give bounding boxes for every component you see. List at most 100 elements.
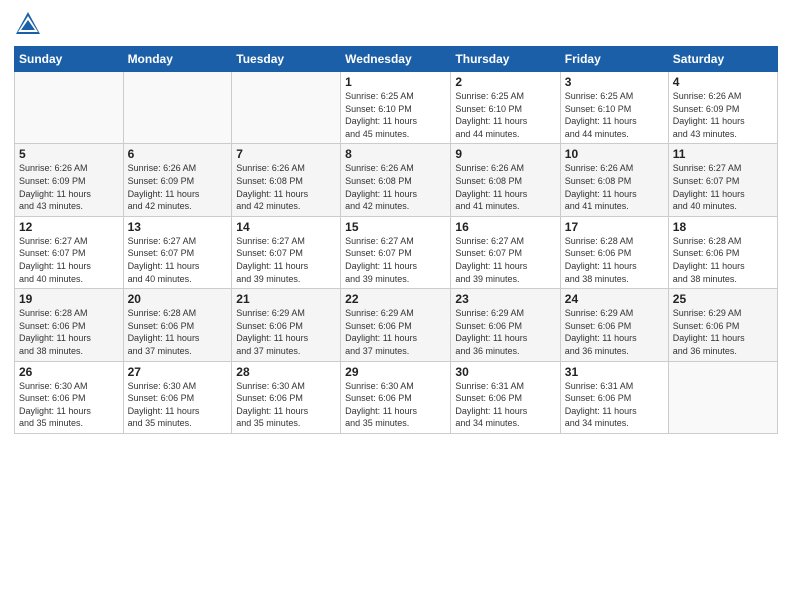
calendar-cell: 27Sunrise: 6:30 AM Sunset: 6:06 PM Dayli…	[123, 361, 232, 433]
day-info: Sunrise: 6:29 AM Sunset: 6:06 PM Dayligh…	[565, 307, 664, 357]
calendar-cell	[232, 72, 341, 144]
day-number: 8	[345, 147, 446, 161]
page-header	[14, 10, 778, 38]
day-number: 28	[236, 365, 336, 379]
day-number: 20	[128, 292, 228, 306]
day-number: 2	[455, 75, 555, 89]
day-number: 3	[565, 75, 664, 89]
day-info: Sunrise: 6:26 AM Sunset: 6:08 PM Dayligh…	[455, 162, 555, 212]
calendar-cell: 10Sunrise: 6:26 AM Sunset: 6:08 PM Dayli…	[560, 144, 668, 216]
day-info: Sunrise: 6:25 AM Sunset: 6:10 PM Dayligh…	[455, 90, 555, 140]
day-number: 25	[673, 292, 773, 306]
weekday-header-thursday: Thursday	[451, 47, 560, 72]
day-info: Sunrise: 6:25 AM Sunset: 6:10 PM Dayligh…	[345, 90, 446, 140]
calendar-cell: 7Sunrise: 6:26 AM Sunset: 6:08 PM Daylig…	[232, 144, 341, 216]
day-number: 4	[673, 75, 773, 89]
day-number: 24	[565, 292, 664, 306]
day-info: Sunrise: 6:29 AM Sunset: 6:06 PM Dayligh…	[345, 307, 446, 357]
week-row-5: 26Sunrise: 6:30 AM Sunset: 6:06 PM Dayli…	[15, 361, 778, 433]
day-info: Sunrise: 6:30 AM Sunset: 6:06 PM Dayligh…	[128, 380, 228, 430]
day-number: 31	[565, 365, 664, 379]
calendar-cell: 31Sunrise: 6:31 AM Sunset: 6:06 PM Dayli…	[560, 361, 668, 433]
day-number: 27	[128, 365, 228, 379]
day-info: Sunrise: 6:26 AM Sunset: 6:08 PM Dayligh…	[345, 162, 446, 212]
weekday-header-sunday: Sunday	[15, 47, 124, 72]
calendar-cell: 6Sunrise: 6:26 AM Sunset: 6:09 PM Daylig…	[123, 144, 232, 216]
calendar-cell: 9Sunrise: 6:26 AM Sunset: 6:08 PM Daylig…	[451, 144, 560, 216]
day-info: Sunrise: 6:29 AM Sunset: 6:06 PM Dayligh…	[455, 307, 555, 357]
calendar-cell: 25Sunrise: 6:29 AM Sunset: 6:06 PM Dayli…	[668, 289, 777, 361]
day-number: 9	[455, 147, 555, 161]
week-row-4: 19Sunrise: 6:28 AM Sunset: 6:06 PM Dayli…	[15, 289, 778, 361]
calendar-cell: 18Sunrise: 6:28 AM Sunset: 6:06 PM Dayli…	[668, 216, 777, 288]
calendar-cell: 1Sunrise: 6:25 AM Sunset: 6:10 PM Daylig…	[341, 72, 451, 144]
week-row-3: 12Sunrise: 6:27 AM Sunset: 6:07 PM Dayli…	[15, 216, 778, 288]
day-info: Sunrise: 6:29 AM Sunset: 6:06 PM Dayligh…	[236, 307, 336, 357]
calendar-cell	[123, 72, 232, 144]
calendar-cell: 19Sunrise: 6:28 AM Sunset: 6:06 PM Dayli…	[15, 289, 124, 361]
day-info: Sunrise: 6:30 AM Sunset: 6:06 PM Dayligh…	[345, 380, 446, 430]
day-number: 16	[455, 220, 555, 234]
day-info: Sunrise: 6:27 AM Sunset: 6:07 PM Dayligh…	[128, 235, 228, 285]
calendar-cell: 29Sunrise: 6:30 AM Sunset: 6:06 PM Dayli…	[341, 361, 451, 433]
day-number: 30	[455, 365, 555, 379]
day-number: 22	[345, 292, 446, 306]
day-info: Sunrise: 6:26 AM Sunset: 6:09 PM Dayligh…	[673, 90, 773, 140]
day-info: Sunrise: 6:31 AM Sunset: 6:06 PM Dayligh…	[455, 380, 555, 430]
weekday-header-row: SundayMondayTuesdayWednesdayThursdayFrid…	[15, 47, 778, 72]
day-info: Sunrise: 6:26 AM Sunset: 6:09 PM Dayligh…	[19, 162, 119, 212]
day-number: 23	[455, 292, 555, 306]
day-number: 1	[345, 75, 446, 89]
week-row-2: 5Sunrise: 6:26 AM Sunset: 6:09 PM Daylig…	[15, 144, 778, 216]
calendar-cell: 14Sunrise: 6:27 AM Sunset: 6:07 PM Dayli…	[232, 216, 341, 288]
day-number: 29	[345, 365, 446, 379]
day-info: Sunrise: 6:28 AM Sunset: 6:06 PM Dayligh…	[128, 307, 228, 357]
day-number: 19	[19, 292, 119, 306]
day-number: 17	[565, 220, 664, 234]
calendar-cell: 28Sunrise: 6:30 AM Sunset: 6:06 PM Dayli…	[232, 361, 341, 433]
day-number: 7	[236, 147, 336, 161]
day-info: Sunrise: 6:30 AM Sunset: 6:06 PM Dayligh…	[19, 380, 119, 430]
calendar-cell: 26Sunrise: 6:30 AM Sunset: 6:06 PM Dayli…	[15, 361, 124, 433]
day-number: 21	[236, 292, 336, 306]
day-number: 12	[19, 220, 119, 234]
day-info: Sunrise: 6:28 AM Sunset: 6:06 PM Dayligh…	[673, 235, 773, 285]
weekday-header-wednesday: Wednesday	[341, 47, 451, 72]
calendar-table: SundayMondayTuesdayWednesdayThursdayFrid…	[14, 46, 778, 434]
day-info: Sunrise: 6:28 AM Sunset: 6:06 PM Dayligh…	[19, 307, 119, 357]
logo-icon	[14, 10, 42, 38]
day-number: 11	[673, 147, 773, 161]
calendar-cell: 2Sunrise: 6:25 AM Sunset: 6:10 PM Daylig…	[451, 72, 560, 144]
day-info: Sunrise: 6:27 AM Sunset: 6:07 PM Dayligh…	[345, 235, 446, 285]
weekday-header-saturday: Saturday	[668, 47, 777, 72]
calendar-cell: 5Sunrise: 6:26 AM Sunset: 6:09 PM Daylig…	[15, 144, 124, 216]
calendar-cell: 24Sunrise: 6:29 AM Sunset: 6:06 PM Dayli…	[560, 289, 668, 361]
day-number: 15	[345, 220, 446, 234]
calendar-cell: 12Sunrise: 6:27 AM Sunset: 6:07 PM Dayli…	[15, 216, 124, 288]
day-info: Sunrise: 6:26 AM Sunset: 6:08 PM Dayligh…	[565, 162, 664, 212]
calendar-cell: 23Sunrise: 6:29 AM Sunset: 6:06 PM Dayli…	[451, 289, 560, 361]
day-info: Sunrise: 6:29 AM Sunset: 6:06 PM Dayligh…	[673, 307, 773, 357]
day-number: 6	[128, 147, 228, 161]
day-info: Sunrise: 6:26 AM Sunset: 6:08 PM Dayligh…	[236, 162, 336, 212]
logo	[14, 10, 45, 38]
day-info: Sunrise: 6:31 AM Sunset: 6:06 PM Dayligh…	[565, 380, 664, 430]
calendar-cell: 30Sunrise: 6:31 AM Sunset: 6:06 PM Dayli…	[451, 361, 560, 433]
day-info: Sunrise: 6:27 AM Sunset: 6:07 PM Dayligh…	[455, 235, 555, 285]
calendar-cell: 15Sunrise: 6:27 AM Sunset: 6:07 PM Dayli…	[341, 216, 451, 288]
day-info: Sunrise: 6:30 AM Sunset: 6:06 PM Dayligh…	[236, 380, 336, 430]
weekday-header-monday: Monday	[123, 47, 232, 72]
day-number: 5	[19, 147, 119, 161]
day-number: 10	[565, 147, 664, 161]
day-number: 18	[673, 220, 773, 234]
day-info: Sunrise: 6:27 AM Sunset: 6:07 PM Dayligh…	[19, 235, 119, 285]
day-info: Sunrise: 6:27 AM Sunset: 6:07 PM Dayligh…	[673, 162, 773, 212]
day-number: 26	[19, 365, 119, 379]
calendar-cell: 4Sunrise: 6:26 AM Sunset: 6:09 PM Daylig…	[668, 72, 777, 144]
calendar-cell: 8Sunrise: 6:26 AM Sunset: 6:08 PM Daylig…	[341, 144, 451, 216]
calendar-cell: 22Sunrise: 6:29 AM Sunset: 6:06 PM Dayli…	[341, 289, 451, 361]
weekday-header-tuesday: Tuesday	[232, 47, 341, 72]
calendar-cell: 3Sunrise: 6:25 AM Sunset: 6:10 PM Daylig…	[560, 72, 668, 144]
calendar-cell: 17Sunrise: 6:28 AM Sunset: 6:06 PM Dayli…	[560, 216, 668, 288]
calendar-cell: 21Sunrise: 6:29 AM Sunset: 6:06 PM Dayli…	[232, 289, 341, 361]
